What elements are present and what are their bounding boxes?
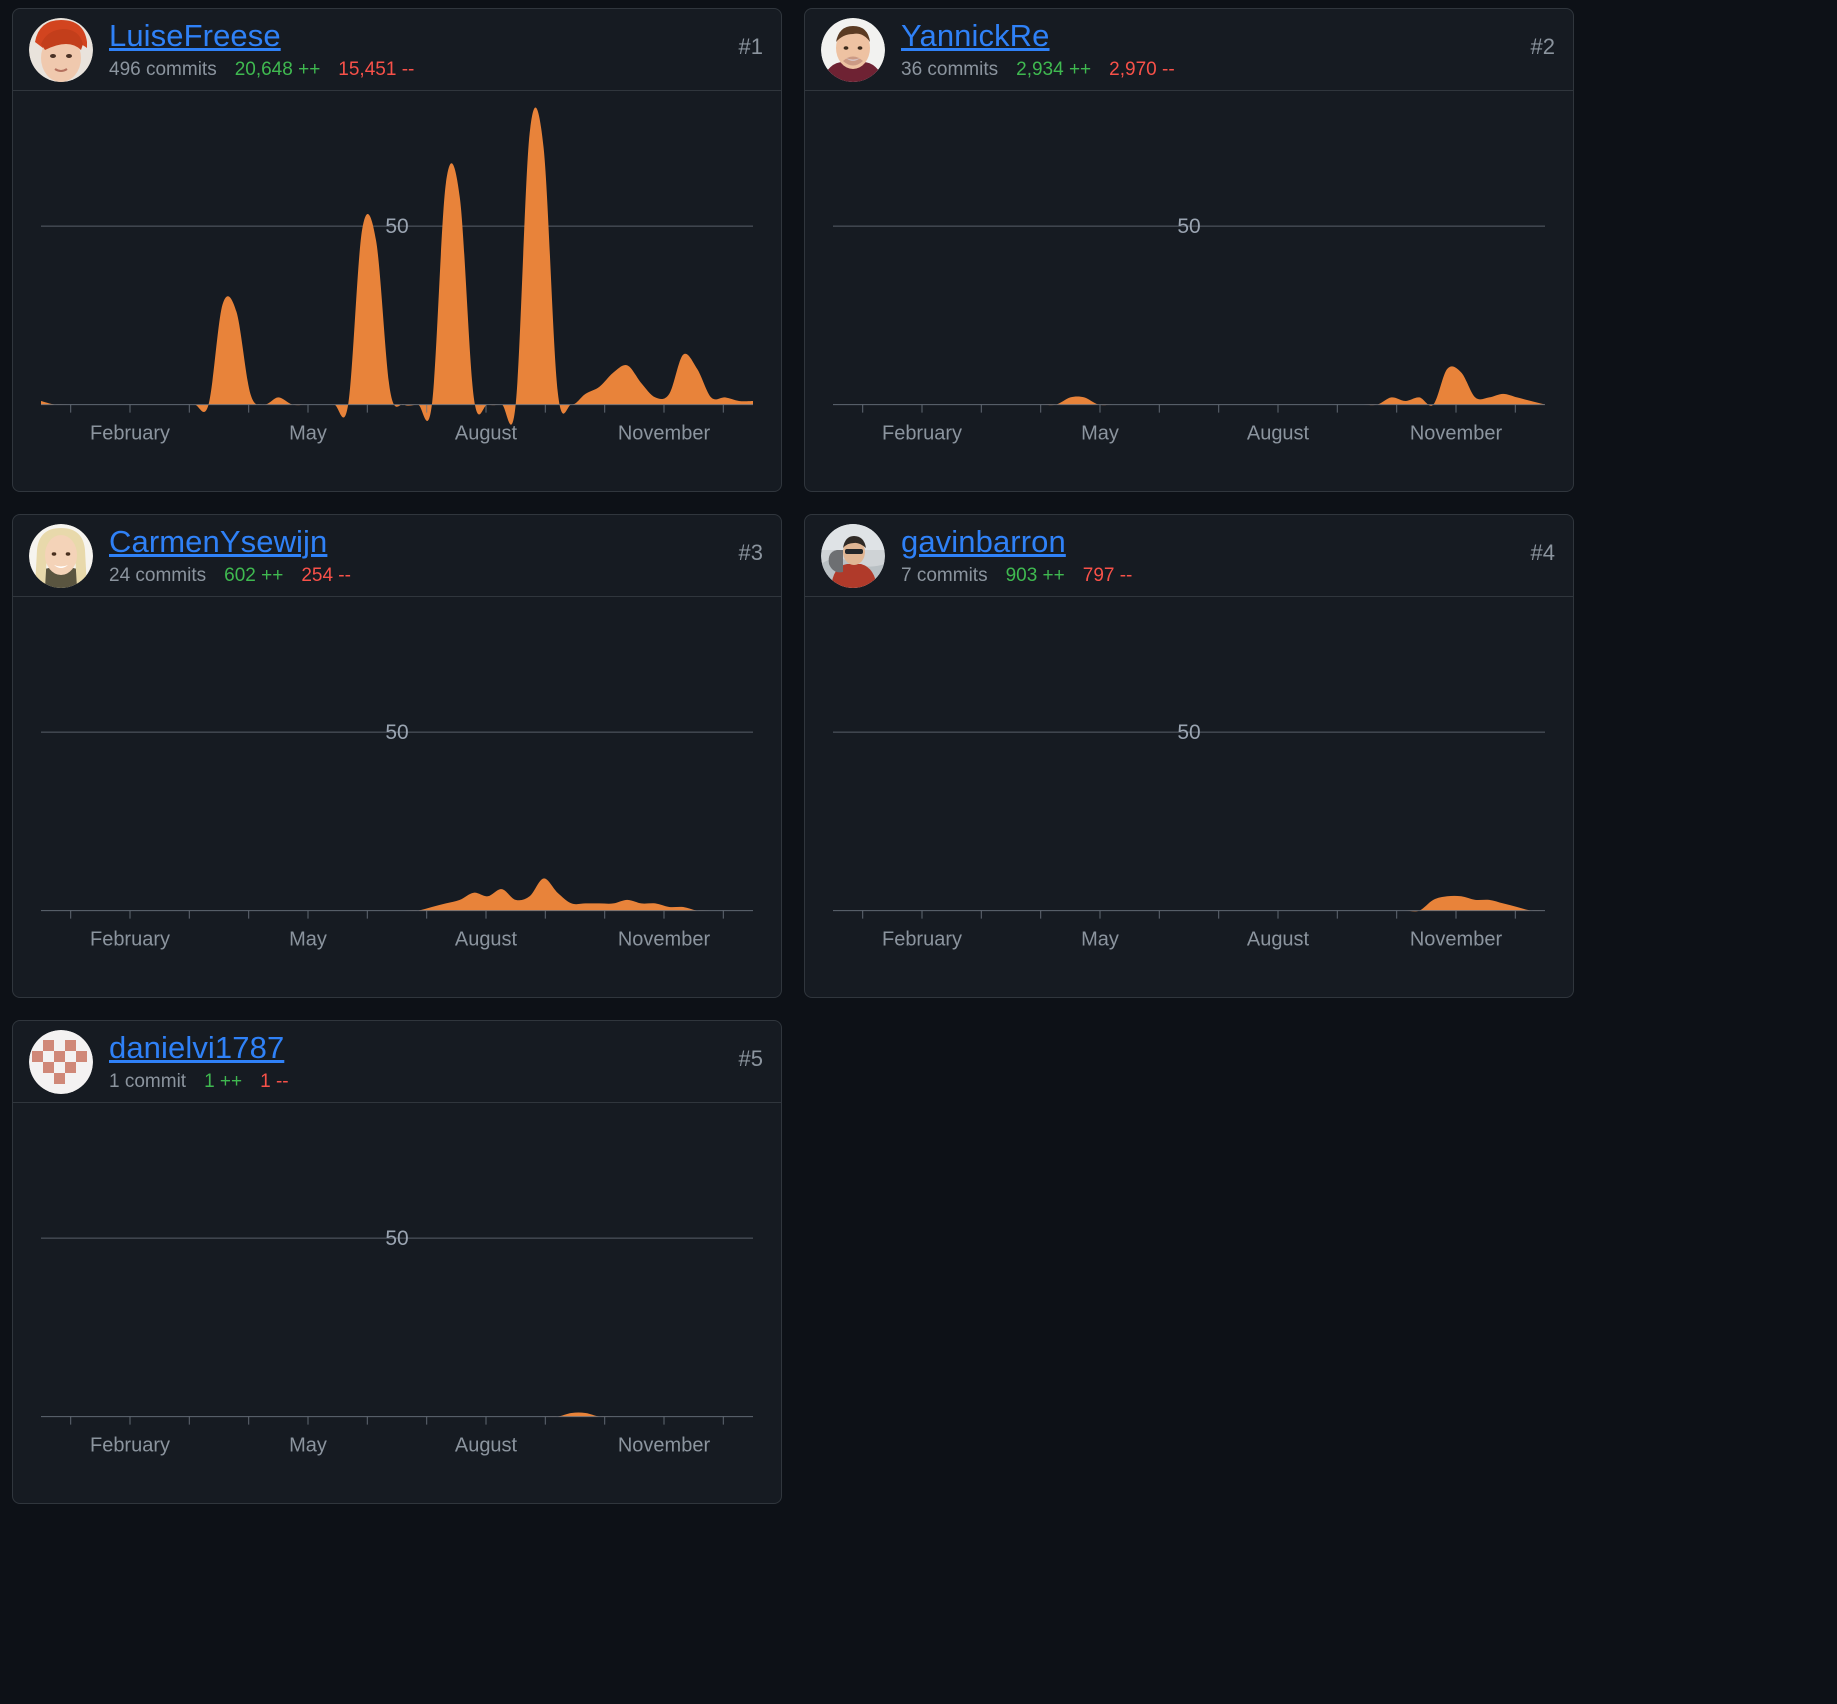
x-axis-tick-label: November: [618, 1435, 711, 1457]
series-area: [833, 366, 1545, 406]
x-axis-tick-label: August: [455, 423, 518, 445]
avatar[interactable]: [821, 523, 885, 588]
avatar[interactable]: [821, 17, 885, 82]
contributor-identity: gavinbarron 7 commits 903 ++ 797 --: [901, 524, 1132, 588]
series-area: [833, 895, 1545, 912]
chart-container: 50 February May August November: [13, 91, 781, 491]
rank-badge: #2: [1530, 34, 1555, 59]
commit-activity-chart: 50 February May August November: [833, 215, 1545, 445]
deletions-count: 254 --: [301, 564, 351, 586]
x-axis-tick-label: November: [1410, 929, 1503, 951]
gridline-label: 50: [385, 1227, 408, 1250]
deletions-count: 797 --: [1082, 564, 1133, 586]
deletions-count: 1 --: [260, 1070, 289, 1092]
username-link[interactable]: YannickRe: [901, 18, 1175, 54]
additions-count: 2,934 ++: [1016, 58, 1092, 80]
additions-count: 903 ++: [1005, 564, 1065, 586]
x-axis-tick-label: August: [1247, 929, 1310, 951]
commit-activity-chart: 50 February May August November: [41, 1227, 753, 1457]
contributor-card[interactable]: LuiseFreese 496 commits 20,648 ++ 15,451 -…: [12, 8, 782, 492]
series-area: [41, 107, 753, 425]
gridline-label: 50: [385, 721, 408, 744]
x-axis-tick-label: May: [289, 1435, 327, 1457]
x-axis-tick-label: February: [90, 423, 170, 445]
contributor-header: YannickRe 36 commits 2,934 ++ 2,970 -- #2: [805, 9, 1573, 91]
commit-count: 36 commits: [901, 58, 999, 80]
deletions-count: 15,451 --: [338, 58, 415, 80]
chart-container: 50 February May August November: [805, 91, 1573, 491]
commit-count: 7 commits: [901, 564, 988, 586]
contributor-stats: 24 commits 602 ++ 254 --: [109, 564, 351, 588]
username-link[interactable]: gavinbarron: [901, 524, 1132, 560]
rank-badge: #5: [738, 1046, 763, 1071]
gridline-label: 50: [1177, 721, 1200, 744]
additions-count: 602 ++: [224, 564, 284, 586]
contributor-identity: LuiseFreese 496 commits 20,648 ++ 15,451 -…: [109, 18, 414, 82]
contributor-identity: danielvi1787 1 commit 1 ++ 1 --: [109, 1030, 289, 1094]
username-link[interactable]: LuiseFreese: [109, 18, 414, 54]
username-link[interactable]: danielvi1787: [109, 1030, 289, 1066]
series-area: [41, 878, 753, 911]
x-axis-tick-label: November: [1410, 423, 1503, 445]
rank-badge: #1: [738, 34, 763, 59]
chart-container: 50 February May August November: [13, 597, 781, 997]
commit-activity-chart: 50 February May August November: [41, 721, 753, 951]
username-link[interactable]: CarmenYsewijn: [109, 524, 351, 560]
contributor-header: danielvi1787 1 commit 1 ++ 1 -- #5: [13, 1021, 781, 1103]
contributor-header: LuiseFreese 496 commits 20,648 ++ 15,451 -…: [13, 9, 781, 91]
contributor-identity: CarmenYsewijn 24 commits 602 ++ 254 --: [109, 524, 351, 588]
contributor-card[interactable]: YannickRe 36 commits 2,934 ++ 2,970 -- #2 …: [804, 8, 1574, 492]
x-axis-tick-label: February: [90, 929, 170, 951]
contributor-card[interactable]: danielvi1787 1 commit 1 ++ 1 -- #5 50 Febr…: [12, 1020, 782, 1504]
x-axis-tick-label: August: [1247, 423, 1310, 445]
chart-container: 50 February May August November: [805, 597, 1573, 997]
contributor-card[interactable]: gavinbarron 7 commits 903 ++ 797 -- #4 50 …: [804, 514, 1574, 998]
rank-badge: #3: [738, 540, 763, 565]
x-axis-tick-label: February: [90, 1435, 170, 1457]
x-axis-tick-label: August: [455, 929, 518, 951]
avatar[interactable]: [29, 523, 93, 588]
contributor-stats: 36 commits 2,934 ++ 2,970 --: [901, 58, 1175, 82]
gridline-label: 50: [385, 215, 408, 238]
contributor-identity: YannickRe 36 commits 2,934 ++ 2,970 --: [901, 18, 1175, 82]
commit-count: 1 commit: [109, 1070, 187, 1092]
x-axis-tick-label: November: [618, 423, 711, 445]
x-axis-tick-label: August: [455, 1435, 518, 1457]
x-axis-tick-label: May: [289, 423, 327, 445]
x-axis-tick-label: February: [882, 423, 962, 445]
contributor-header: CarmenYsewijn 24 commits 602 ++ 254 -- #3: [13, 515, 781, 597]
x-axis-tick-label: November: [618, 929, 711, 951]
contributor-stats: 1 commit 1 ++ 1 --: [109, 1070, 289, 1094]
commit-activity-chart: 50 February May August November: [833, 721, 1545, 951]
gridline-label: 50: [1177, 215, 1200, 238]
x-axis-tick-label: May: [289, 929, 327, 951]
commit-activity-chart: 50 February May August November: [41, 107, 753, 445]
avatar[interactable]: [29, 1029, 93, 1094]
chart-container: 50 February May August November: [13, 1103, 781, 1503]
commit-count: 496 commits: [109, 58, 217, 80]
contributors-grid: LuiseFreese 496 commits 20,648 ++ 15,451 -…: [0, 0, 1837, 1504]
additions-count: 1 ++: [204, 1070, 243, 1092]
contributor-card[interactable]: CarmenYsewijn 24 commits 602 ++ 254 -- #3 …: [12, 514, 782, 998]
avatar[interactable]: [29, 17, 93, 82]
rank-badge: #4: [1530, 540, 1555, 565]
x-axis-tick-label: May: [1081, 929, 1119, 951]
contributor-stats: 496 commits 20,648 ++ 15,451 --: [109, 58, 414, 82]
contributor-stats: 7 commits 903 ++ 797 --: [901, 564, 1132, 588]
x-axis-tick-label: February: [882, 929, 962, 951]
deletions-count: 2,970 --: [1109, 58, 1175, 80]
contributor-header: gavinbarron 7 commits 903 ++ 797 -- #4: [805, 515, 1573, 597]
x-axis-tick-label: May: [1081, 423, 1119, 445]
commit-count: 24 commits: [109, 564, 207, 586]
additions-count: 20,648 ++: [234, 58, 321, 80]
